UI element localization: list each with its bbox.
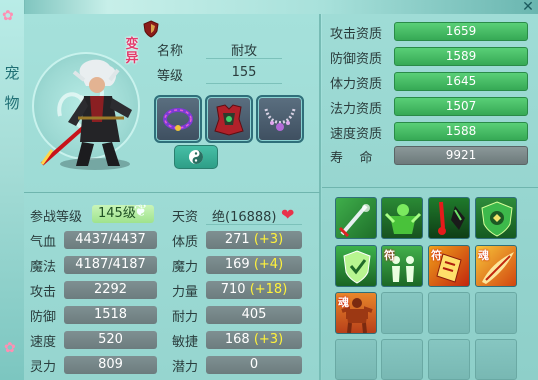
flower-decoration-icon: ✿: [2, 8, 14, 24]
left-sidebar: [0, 0, 25, 380]
equip-slot-necklace[interactable]: [256, 95, 304, 143]
speed-aptitude-label: 速度资质: [330, 127, 383, 142]
green-armor-skill-icon[interactable]: [475, 197, 517, 239]
defense-aptitude-bar: 1589: [394, 47, 528, 66]
necklace-icon: [264, 108, 296, 131]
strength-value: 710 (+18): [206, 281, 302, 299]
lifespan-bar: 9921: [394, 146, 528, 165]
endurance-label: 耐力: [172, 310, 199, 325]
wing-icon: ❦: [134, 201, 148, 220]
talent-underline: [206, 224, 302, 225]
strength-label: 力量: [172, 285, 199, 300]
join-level-label: 参战等级: [30, 210, 83, 225]
hp-label: 气血: [30, 235, 57, 250]
empty-skill-slot[interactable]: [335, 339, 377, 380]
constitution-value: 271 (+3): [206, 231, 302, 249]
green-shield-skill-icon[interactable]: [335, 245, 377, 287]
potential-value: 0: [206, 356, 302, 374]
equip-slot-collar[interactable]: [154, 95, 202, 143]
hp-value: 4437/4437: [64, 231, 157, 249]
red-blood-skill-icon[interactable]: [428, 197, 470, 239]
empty-skill-slot[interactable]: [428, 292, 470, 334]
stamina-aptitude-label: 体力资质: [330, 77, 383, 92]
empty-skill-slot[interactable]: [381, 292, 423, 334]
defense-aptitude-label: 防御资质: [330, 52, 383, 67]
defense-value: 1518: [64, 306, 157, 324]
attack-value: 2292: [64, 281, 157, 299]
mana-aptitude-bar: 1507: [394, 97, 528, 116]
agility-value: 168 (+3): [206, 331, 302, 349]
side-tab-pet-char-1[interactable]: 宠: [3, 62, 21, 83]
empty-skill-slot[interactable]: [475, 339, 517, 380]
flower-decoration-icon: ✿: [4, 340, 16, 356]
window-top-border: [0, 0, 538, 14]
pet-name-value: 耐攻: [230, 44, 257, 59]
magic-value: 169 (+4): [206, 256, 302, 274]
green-warrior-skill-icon[interactable]: [381, 197, 423, 239]
section-divider: [24, 192, 320, 193]
level-label: 等级: [157, 69, 184, 84]
collar-icon: [163, 108, 193, 131]
speed-value: 520: [64, 331, 157, 349]
level-underline: [206, 83, 282, 84]
heart-icon: ❤: [281, 205, 295, 224]
talent-value: 绝(16888): [212, 210, 277, 225]
panel-divider: [319, 14, 321, 380]
defense-label: 防御: [30, 310, 57, 325]
mutation-badge: 变异: [125, 37, 139, 66]
yin-yang-icon: [189, 150, 203, 164]
mana-aptitude-label: 法力资质: [330, 102, 383, 117]
side-tab-pet-char-2[interactable]: 物: [3, 92, 21, 113]
flame-blade-skill-icon[interactable]: 魂: [475, 245, 517, 287]
agility-label: 敏捷: [172, 335, 199, 350]
constitution-label: 体质: [172, 235, 199, 250]
potential-label: 潜力: [172, 360, 199, 375]
fire-talisman-skill-icon[interactable]: 符: [428, 245, 470, 287]
attack-aptitude-label: 攻击资质: [330, 27, 383, 42]
endurance-value: 405: [206, 306, 302, 324]
equip-slot-armor[interactable]: [205, 95, 253, 143]
green-figures-skill-icon[interactable]: 符: [381, 245, 423, 287]
armor-icon: [214, 104, 244, 136]
empty-skill-slot[interactable]: [381, 339, 423, 380]
pet-character-sprite: [40, 59, 132, 166]
pet-level-value: 155: [231, 65, 257, 80]
muscle-soul-skill-icon[interactable]: 魂: [335, 292, 377, 334]
mp-label: 魔法: [30, 260, 57, 275]
magic-label: 魔力: [172, 260, 199, 275]
speed-label: 速度: [30, 335, 57, 350]
empty-skill-slot[interactable]: [428, 339, 470, 380]
attack-aptitude-bar: 1659: [394, 22, 528, 41]
yin-yang-button[interactable]: [174, 145, 218, 169]
talent-label: 天资: [172, 210, 199, 225]
spirit-value: 809: [64, 356, 157, 374]
stamina-aptitude-bar: 1645: [394, 72, 528, 91]
empty-skill-slot[interactable]: [475, 292, 517, 334]
speed-aptitude-bar: 1588: [394, 122, 528, 141]
spirit-label: 灵力: [30, 360, 57, 375]
attack-label: 攻击: [30, 285, 57, 300]
shield-icon[interactable]: [143, 20, 159, 38]
name-underline: [206, 58, 282, 59]
name-label: 名称: [157, 44, 184, 59]
mp-value: 4187/4187: [64, 256, 157, 274]
sword-skill-icon[interactable]: [335, 197, 377, 239]
close-icon[interactable]: ✕: [518, 0, 538, 14]
section-divider: [322, 187, 538, 188]
lifespan-label: 寿 命: [330, 151, 373, 166]
